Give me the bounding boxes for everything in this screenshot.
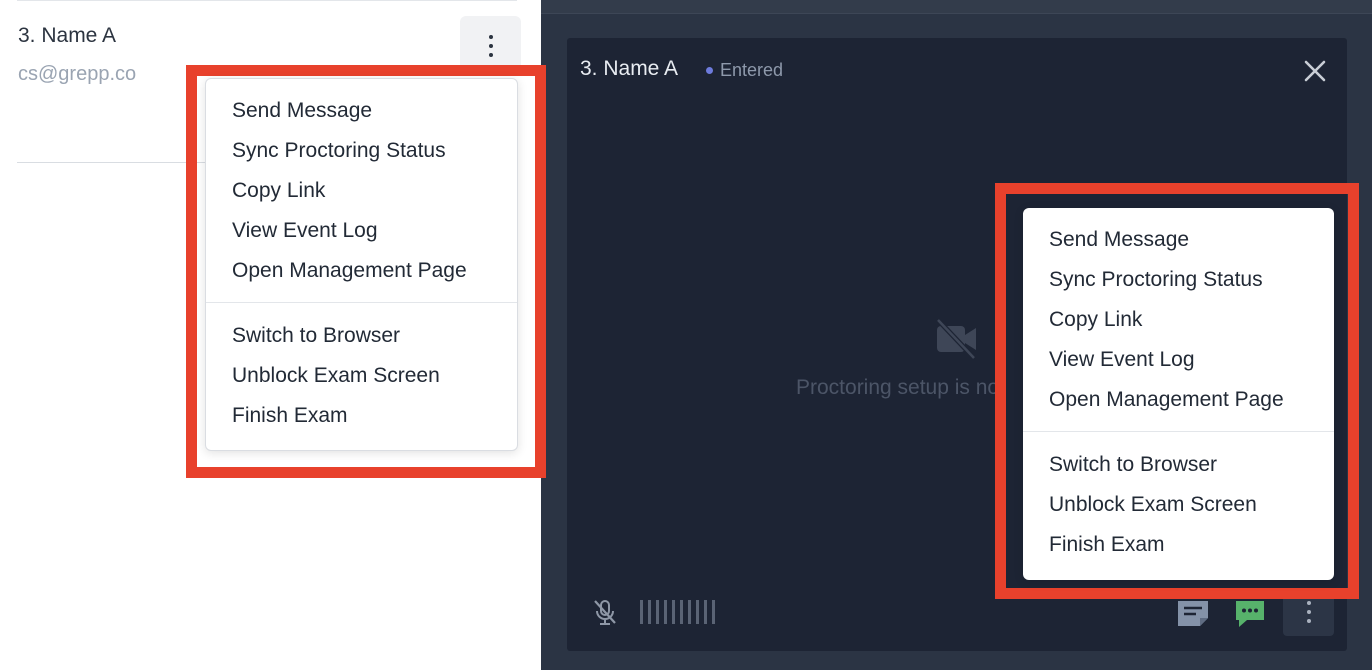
video-options-menu: Send Message Sync Proctoring Status Copy… <box>1023 208 1334 580</box>
audio-level-bar <box>664 600 667 624</box>
menu-item-copy-link[interactable]: Copy Link <box>1023 300 1334 340</box>
audio-level-bar <box>688 600 691 624</box>
menu-item-finish-exam[interactable]: Finish Exam <box>1023 525 1334 565</box>
menu-item-open-management-page[interactable]: Open Management Page <box>206 251 517 291</box>
chat-icon[interactable] <box>1233 597 1267 629</box>
divider <box>17 0 517 1</box>
status-dot <box>706 67 713 74</box>
audio-level-meter <box>640 600 715 624</box>
menu-group: Switch to Browser Unblock Exam Screen Fi… <box>206 303 517 436</box>
more-vertical-icon <box>1306 601 1311 623</box>
audio-level-bar <box>672 600 675 624</box>
menu-item-switch-to-browser[interactable]: Switch to Browser <box>1023 445 1334 485</box>
status-badge: Entered <box>720 60 784 80</box>
menu-item-unblock-exam-screen[interactable]: Unblock Exam Screen <box>1023 485 1334 525</box>
close-icon[interactable] <box>1300 56 1330 86</box>
menu-item-open-management-page[interactable]: Open Management Page <box>1023 380 1334 420</box>
proctoring-setup-message: Proctoring setup is no <box>796 376 1000 399</box>
menu-item-unblock-exam-screen[interactable]: Unblock Exam Screen <box>206 356 517 396</box>
note-icon[interactable] <box>1175 597 1211 629</box>
audio-level-bar <box>696 600 699 624</box>
menu-group: Send Message Sync Proctoring Status Copy… <box>1023 208 1334 420</box>
participant-email: cs@grepp.co <box>18 63 137 85</box>
audio-level-bar <box>680 600 683 624</box>
mic-off-icon[interactable] <box>590 597 620 627</box>
menu-item-switch-to-browser[interactable]: Switch to Browser <box>206 316 517 356</box>
menu-item-send-message[interactable]: Send Message <box>206 91 517 131</box>
audio-level-bar <box>648 600 651 624</box>
menu-group: Switch to Browser Unblock Exam Screen Fi… <box>1023 432 1334 565</box>
more-vertical-icon <box>488 35 493 57</box>
participant-name: 3. Name A <box>18 24 117 47</box>
audio-level-bar <box>656 600 659 624</box>
audio-level-bar <box>640 600 643 624</box>
video-panel-header-strip <box>541 0 1372 14</box>
participant-options-menu: Send Message Sync Proctoring Status Copy… <box>205 78 518 451</box>
menu-item-view-event-log[interactable]: View Event Log <box>1023 340 1334 380</box>
audio-level-bar <box>712 600 715 624</box>
audio-level-bar <box>704 600 707 624</box>
menu-item-sync-proctoring-status[interactable]: Sync Proctoring Status <box>206 131 517 171</box>
video-off-icon <box>936 318 976 360</box>
menu-item-view-event-log[interactable]: View Event Log <box>206 211 517 251</box>
menu-group: Send Message Sync Proctoring Status Copy… <box>206 79 517 291</box>
menu-item-copy-link[interactable]: Copy Link <box>206 171 517 211</box>
video-card-title: 3. Name A <box>580 57 679 80</box>
menu-item-finish-exam[interactable]: Finish Exam <box>206 396 517 436</box>
menu-item-sync-proctoring-status[interactable]: Sync Proctoring Status <box>1023 260 1334 300</box>
menu-item-send-message[interactable]: Send Message <box>1023 220 1334 260</box>
